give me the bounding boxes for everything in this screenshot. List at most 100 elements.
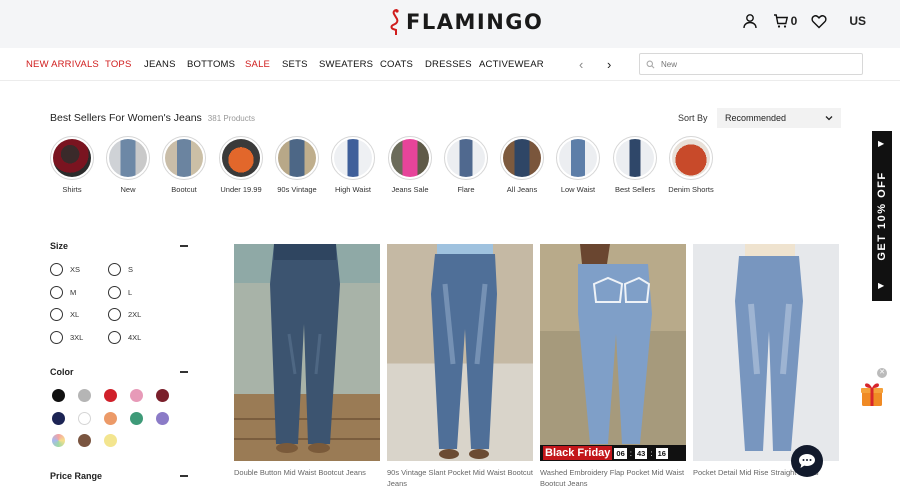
category-high-waist[interactable]: High Waist <box>325 136 381 195</box>
category-jeans-sale[interactable]: Jeans Sale <box>382 136 438 195</box>
category-under-19-99[interactable]: Under 19.99 <box>213 136 269 195</box>
product-name[interactable]: Double Button Mid Waist Bootcut Jeans <box>234 467 380 478</box>
nav-item-sets[interactable]: SETS <box>282 59 308 70</box>
category-low-waist[interactable]: Low Waist <box>550 136 606 195</box>
color-swatch-purple[interactable] <box>156 412 169 425</box>
flamingo-logo-icon <box>390 9 399 35</box>
page-title: Best Sellers For Women's Jeans 381 Produc… <box>50 112 255 124</box>
nav-item-tops[interactable]: TOPS <box>105 59 132 70</box>
product-image[interactable] <box>234 244 380 461</box>
nav-next-icon[interactable]: › <box>607 57 611 72</box>
cart-button[interactable]: 0 <box>773 10 797 32</box>
nav-item-jeans[interactable]: JEANS <box>144 59 176 70</box>
category-denim-shorts[interactable]: Denim Shorts <box>663 136 719 195</box>
size-option-4xl[interactable]: 4XL <box>108 331 141 344</box>
nav-item-sale[interactable]: SALE <box>245 59 270 70</box>
nav-item-new-arrivals[interactable]: NEW ARRIVALS <box>26 59 99 70</box>
account-button[interactable] <box>742 10 758 32</box>
search-input[interactable] <box>661 59 841 69</box>
collapse-price-icon[interactable] <box>180 475 188 477</box>
header-bar: FLAMINGO 0 US <box>0 0 900 48</box>
color-swatch-grey[interactable] <box>78 389 91 402</box>
size-option-m[interactable]: M <box>50 286 76 299</box>
price-filter-title[interactable]: Price Range <box>50 471 102 481</box>
category-new[interactable]: New <box>100 136 156 195</box>
color-swatch-red[interactable] <box>104 389 117 402</box>
color-swatch-green[interactable] <box>130 412 143 425</box>
radio-icon <box>50 286 63 299</box>
radio-icon <box>50 263 63 276</box>
nav-item-bottoms[interactable]: BOTTOMS <box>187 59 235 70</box>
brand-name: FLAMINGO <box>406 10 544 34</box>
category-image <box>503 139 541 177</box>
category-image <box>334 139 372 177</box>
category-label: Shirts <box>62 185 82 194</box>
nav-item-activewear[interactable]: ACTIVEWEAR <box>479 59 544 70</box>
product-card[interactable]: 90s Vintage Slant Pocket Mid Waist Bootc… <box>387 244 533 488</box>
color-filter-title[interactable]: Color <box>50 367 74 377</box>
product-image[interactable] <box>693 244 839 461</box>
nav-prev-icon[interactable]: ‹ <box>579 57 583 72</box>
category-shirts[interactable]: Shirts <box>44 136 100 195</box>
product-card[interactable]: Double Button Mid Waist Bootcut Jeans <box>234 244 380 478</box>
discount-side-tab[interactable]: ▶ GET 10% OFF ▶ <box>872 131 892 301</box>
listing-title: Best Sellers For Women's Jeans <box>50 112 202 124</box>
nav-item-dresses[interactable]: DRESSES <box>425 59 472 70</box>
radio-icon <box>50 331 63 344</box>
black-friday-banner[interactable]: Black Friday 06 : 43 : 16 <box>540 445 686 461</box>
color-swatch-pink[interactable] <box>130 389 143 402</box>
size-option-2xl[interactable]: 2XL <box>108 308 141 321</box>
product-card[interactable]: Pocket Detail Mid Rise Straight Jeans <box>693 244 839 478</box>
color-swatch-navy[interactable] <box>52 412 65 425</box>
category-image <box>222 139 260 177</box>
color-swatch-white[interactable] <box>78 412 91 425</box>
radio-icon <box>108 286 121 299</box>
size-option-xs[interactable]: XS <box>50 263 80 276</box>
collapse-color-icon[interactable] <box>180 371 188 373</box>
category-best-sellers[interactable]: Best Sellers <box>607 136 663 195</box>
collapse-size-icon[interactable] <box>180 245 188 247</box>
category-label: All Jeans <box>506 185 538 194</box>
product-image[interactable]: Black Friday 06 : 43 : 16 <box>540 244 686 461</box>
language-selector[interactable]: US <box>849 14 866 28</box>
timer-seconds: 16 <box>655 447 668 459</box>
color-swatch-burgundy[interactable] <box>156 389 169 402</box>
size-filter-title[interactable]: Size <box>50 241 68 251</box>
product-name[interactable]: 90s Vintage Slant Pocket Mid Waist Bootc… <box>387 467 533 488</box>
category-90s-vintage[interactable]: 90s Vintage <box>269 136 325 195</box>
chat-button[interactable] <box>791 445 823 477</box>
size-label: 2XL <box>128 310 142 319</box>
nav-item-sweaters[interactable]: SWEATERS <box>319 59 373 70</box>
close-icon[interactable]: ✕ <box>877 368 887 378</box>
category-image <box>165 139 203 177</box>
product-card[interactable]: Black Friday 06 : 43 : 16 Washed Embroid… <box>540 244 686 488</box>
size-option-s[interactable]: S <box>108 263 133 276</box>
category-label: Bootcut <box>171 185 197 194</box>
size-option-3xl[interactable]: 3XL <box>50 331 83 344</box>
gift-icon[interactable] <box>858 380 886 408</box>
color-swatch-multicolor[interactable] <box>52 434 65 447</box>
sort-dropdown[interactable]: Recommended <box>717 108 841 128</box>
category-bootcut[interactable]: Bootcut <box>156 136 212 195</box>
size-option-xl[interactable]: XL <box>50 308 79 321</box>
category-label: Best Sellers <box>614 185 656 194</box>
jeans-photo <box>735 244 803 451</box>
category-image <box>53 139 91 177</box>
color-swatch-brown[interactable] <box>78 434 91 447</box>
search-box[interactable] <box>639 53 863 75</box>
category-all-jeans[interactable]: All Jeans <box>494 136 550 195</box>
category-label: New <box>120 185 136 194</box>
brand-logo[interactable]: FLAMINGO <box>388 6 543 38</box>
product-name[interactable]: Washed Embroidery Flap Pocket Mid Waist … <box>540 467 686 488</box>
nav-item-coats[interactable]: COATS <box>380 59 413 70</box>
size-label: L <box>128 288 133 297</box>
category-image <box>278 139 316 177</box>
size-option-l[interactable]: L <box>108 286 132 299</box>
wishlist-button[interactable] <box>811 10 827 32</box>
color-swatch-orange[interactable] <box>104 412 117 425</box>
color-swatch-yellow[interactable] <box>104 434 117 447</box>
color-swatch-black[interactable] <box>52 389 65 402</box>
category-flare[interactable]: Flare <box>438 136 494 195</box>
product-image[interactable] <box>387 244 533 461</box>
black-friday-label: Black Friday <box>543 446 613 460</box>
